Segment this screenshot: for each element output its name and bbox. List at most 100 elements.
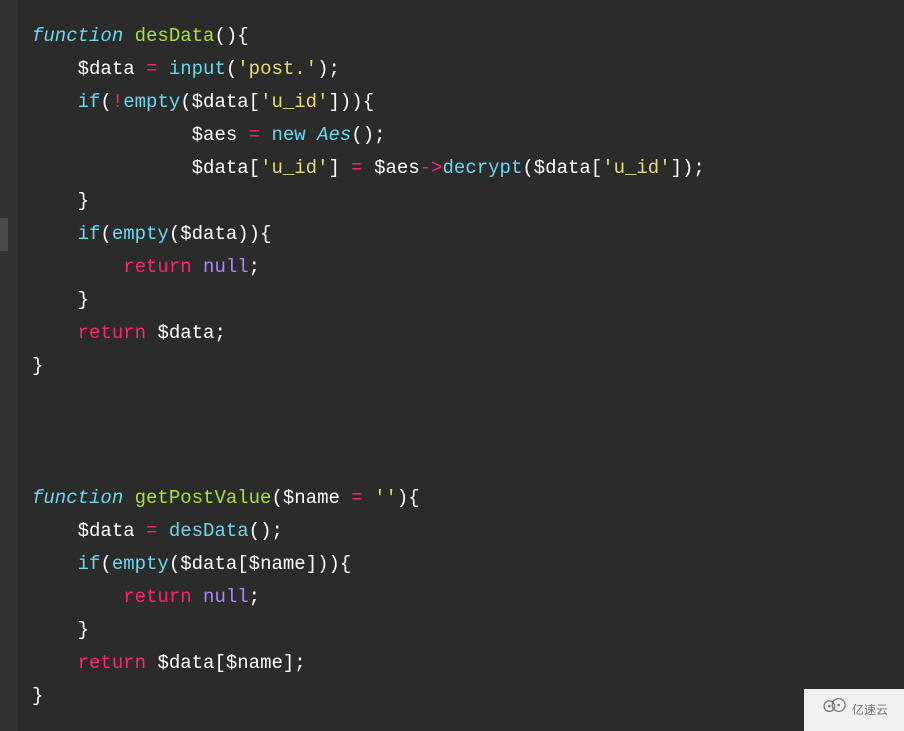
code-line[interactable]: function getPostValue($name = ''){ (32, 482, 904, 515)
code-line[interactable]: return null; (32, 581, 904, 614)
code-token: if (78, 91, 101, 113)
code-token: ( (100, 223, 111, 245)
code-token: [ (214, 652, 225, 674)
code-token: ] (328, 157, 339, 179)
code-token: $name (249, 553, 306, 575)
code-token: ! (112, 91, 123, 113)
code-token: ( (169, 553, 180, 575)
cloud-icon (820, 694, 848, 727)
code-token: } (78, 619, 89, 641)
code-token: ){ (397, 487, 420, 509)
code-line[interactable]: } (32, 185, 904, 218)
code-token: empty (112, 223, 169, 245)
code-line[interactable] (32, 416, 904, 449)
code-token: $data (180, 223, 237, 245)
code-token: -> (420, 157, 443, 179)
code-token: ]); (671, 157, 705, 179)
code-token: ])){ (306, 553, 352, 575)
code-token: $data (192, 91, 249, 113)
code-token: return (123, 256, 203, 278)
code-token: $data (192, 157, 249, 179)
code-token: return (78, 322, 158, 344)
code-token: [ (237, 553, 248, 575)
code-token: [ (249, 157, 260, 179)
code-token: $data (78, 58, 135, 80)
code-token: empty (123, 91, 180, 113)
code-token: ])){ (329, 91, 375, 113)
code-line[interactable]: if(empty($data)){ (32, 218, 904, 251)
code-token: ( (169, 223, 180, 245)
code-token: = (237, 124, 271, 146)
code-token: decrypt (443, 157, 523, 179)
code-token: ( (522, 157, 533, 179)
code-token: ; (249, 586, 260, 608)
watermark-text: 亿速云 (852, 694, 888, 727)
code-token: $data (157, 322, 214, 344)
code-line[interactable]: function desData(){ (32, 20, 904, 53)
code-token: input (169, 58, 226, 80)
code-token: ( (180, 91, 191, 113)
code-token: new (271, 124, 317, 146)
watermark-badge: 亿速云 (804, 689, 904, 731)
code-token: ( (100, 553, 111, 575)
code-token: } (32, 355, 43, 377)
code-token: 'u_id' (260, 91, 328, 113)
code-token: $data (78, 520, 135, 542)
code-token: '' (374, 487, 397, 509)
code-line[interactable]: } (32, 350, 904, 383)
code-token: 'post.' (237, 58, 317, 80)
code-line[interactable]: return $data; (32, 317, 904, 350)
code-token: (); (351, 124, 385, 146)
code-token: if (78, 553, 101, 575)
code-token: $name (226, 652, 283, 674)
code-token: null (203, 256, 249, 278)
code-line[interactable]: } (32, 614, 904, 647)
code-line[interactable] (32, 449, 904, 482)
code-token: return (78, 652, 158, 674)
code-token: (){ (214, 25, 248, 47)
code-token: $data (180, 553, 237, 575)
code-token: ; (249, 256, 260, 278)
code-token: ( (100, 91, 111, 113)
code-line[interactable]: return $data[$name]; (32, 647, 904, 680)
code-line[interactable]: $data = input('post.'); (32, 53, 904, 86)
code-token: function (32, 25, 135, 47)
code-line[interactable]: $data = desData(); (32, 515, 904, 548)
code-token: ( (271, 487, 282, 509)
editor-gutter[interactable] (0, 0, 18, 731)
code-token: = (135, 58, 169, 80)
code-line[interactable]: $aes = new Aes(); (32, 119, 904, 152)
code-token: $aes (192, 124, 238, 146)
code-line[interactable]: $data['u_id'] = $aes->decrypt($data['u_i… (32, 152, 904, 185)
code-token: ]; (283, 652, 306, 674)
code-line[interactable]: } (32, 284, 904, 317)
code-token: } (78, 190, 89, 212)
code-token: [ (591, 157, 602, 179)
code-token: ); (317, 58, 340, 80)
code-line[interactable]: if(empty($data[$name])){ (32, 548, 904, 581)
code-token: ; (214, 322, 225, 344)
code-token: Aes (317, 124, 351, 146)
code-token: ( (226, 58, 237, 80)
code-token: getPostValue (135, 487, 272, 509)
code-line[interactable]: if(!empty($data['u_id'])){ (32, 86, 904, 119)
code-token: desData (135, 25, 215, 47)
code-line[interactable]: } (32, 680, 904, 713)
code-token: } (32, 685, 43, 707)
gutter-highlight-marker[interactable] (0, 218, 8, 251)
code-token: desData (169, 520, 249, 542)
code-token: function (32, 487, 135, 509)
code-token: )){ (237, 223, 271, 245)
code-token: (); (249, 520, 283, 542)
code-token: } (78, 289, 89, 311)
code-token: $data (157, 652, 214, 674)
code-token: [ (249, 91, 260, 113)
code-token: = (135, 520, 169, 542)
code-token: if (78, 223, 101, 245)
code-token: return (123, 586, 203, 608)
code-editor-area[interactable]: function desData(){ $data = input('post.… (18, 0, 904, 731)
code-line[interactable]: return null; (32, 251, 904, 284)
code-line[interactable] (32, 383, 904, 416)
code-token: = (340, 157, 374, 179)
code-token: $aes (374, 157, 420, 179)
